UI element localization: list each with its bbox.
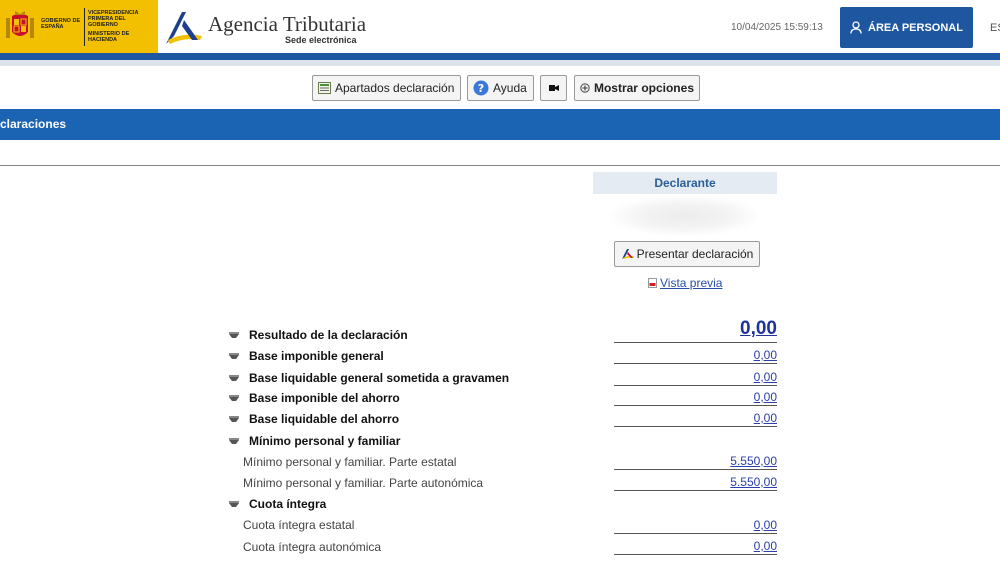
collapse-arrow-icon[interactable] xyxy=(229,501,239,507)
ayuda-button[interactable]: ? Ayuda xyxy=(467,75,534,101)
cuota-estatal-value[interactable]: 0,00 xyxy=(614,518,777,534)
presentar-declaracion-button[interactable]: Presentar declaración xyxy=(614,241,760,267)
base-imponible-general-label: Base imponible general xyxy=(249,349,384,363)
base-liquidable-general-value[interactable]: 0,00 xyxy=(614,370,777,386)
minimo-estatal-label: Mínimo personal y familiar. Parte estata… xyxy=(243,455,457,469)
section-title: claraciones xyxy=(0,117,67,131)
gov-ministerio: MINISTERIO DE HACIENDA xyxy=(88,31,130,43)
section-bar xyxy=(0,109,1000,140)
section-divider xyxy=(0,165,1000,166)
base-liquidable-ahorro-value[interactable]: 0,00 xyxy=(614,411,777,427)
declarante-column-header: Declarante xyxy=(593,172,777,194)
gov-name: GOBIERNO DE ESPAÑA xyxy=(41,18,81,30)
declarante-name-redacted xyxy=(612,196,758,236)
agency-title: Agencia Tributaria xyxy=(208,12,367,36)
minimo-autonomica-label: Mínimo personal y familiar. Parte autonó… xyxy=(243,476,484,490)
pdf-icon xyxy=(648,278,657,288)
header-gray-bar xyxy=(0,60,1000,66)
minimo-autonomica-value[interactable]: 5.550,00 xyxy=(614,475,777,491)
agencia-logo-icon[interactable] xyxy=(164,10,204,46)
language-selector[interactable]: ES xyxy=(990,22,1000,34)
video-button[interactable] xyxy=(540,75,567,101)
presentar-label: Presentar declaración xyxy=(636,247,754,261)
gov-vicepresidencia: VICEPRESIDENCIA PRIMERA DEL GOBIERNO xyxy=(88,10,139,28)
agencia-small-icon xyxy=(621,249,634,259)
header-blue-bar xyxy=(0,53,1000,60)
area-personal-label: ÁREA PERSONAL xyxy=(868,21,963,34)
help-icon: ? xyxy=(473,80,489,96)
cuota-autonomica-value[interactable]: 0,00 xyxy=(614,539,777,555)
video-camera-icon xyxy=(548,85,559,91)
apartados-label: Apartados declaración xyxy=(335,81,455,95)
user-icon xyxy=(850,21,862,34)
base-imponible-ahorro-label: Base imponible del ahorro xyxy=(249,391,400,405)
cuota-integra-label: Cuota íntegra xyxy=(249,497,327,511)
mostrar-opciones-label: Mostrar opciones xyxy=(593,81,694,95)
minimo-personal-label: Mínimo personal y familiar xyxy=(249,434,401,448)
vista-previa-link[interactable]: Vista previa xyxy=(648,276,722,290)
minimo-estatal-value[interactable]: 5.550,00 xyxy=(614,454,777,470)
site-header: GOBIERNO DE ESPAÑA VICEPRESIDENCIA PRIME… xyxy=(0,0,1000,53)
options-plus-icon xyxy=(580,83,590,93)
apartados-declaracion-button[interactable]: Apartados declaración xyxy=(312,75,461,101)
base-imponible-general-value[interactable]: 0,00 xyxy=(614,348,777,364)
session-datetime: 10/04/2025 15:59:13 xyxy=(731,22,823,33)
cuota-estatal-label: Cuota íntegra estatal xyxy=(243,518,355,532)
ayuda-label: Ayuda xyxy=(493,81,527,95)
area-personal-button[interactable]: ÁREA PERSONAL xyxy=(840,7,973,48)
collapse-arrow-icon[interactable] xyxy=(229,332,239,338)
vista-previa-label: Vista previa xyxy=(660,276,723,290)
resultado-label: Resultado de la declaración xyxy=(249,328,408,342)
base-imponible-ahorro-value[interactable]: 0,00 xyxy=(614,390,777,406)
base-liquidable-general-label: Base liquidable general sometida a grava… xyxy=(249,371,510,385)
collapse-arrow-icon[interactable] xyxy=(229,353,239,359)
cuota-autonomica-label: Cuota íntegra autonómica xyxy=(243,540,382,554)
svg-text:?: ? xyxy=(478,82,484,95)
collapse-arrow-icon[interactable] xyxy=(229,438,239,444)
resultado-value[interactable]: 0,00 xyxy=(614,318,777,343)
gov-divider xyxy=(84,8,85,46)
form-icon xyxy=(318,82,331,94)
agency-subtitle: Sede electrónica xyxy=(285,35,357,45)
collapse-arrow-icon[interactable] xyxy=(229,375,239,381)
crest-icon xyxy=(6,11,34,38)
mostrar-opciones-button[interactable]: Mostrar opciones xyxy=(574,75,700,101)
collapse-arrow-icon[interactable] xyxy=(229,395,239,401)
base-liquidable-ahorro-label: Base liquidable del ahorro xyxy=(249,412,400,426)
collapse-arrow-icon[interactable] xyxy=(229,416,239,422)
gobierno-logo[interactable]: GOBIERNO DE ESPAÑA VICEPRESIDENCIA PRIME… xyxy=(0,0,158,53)
